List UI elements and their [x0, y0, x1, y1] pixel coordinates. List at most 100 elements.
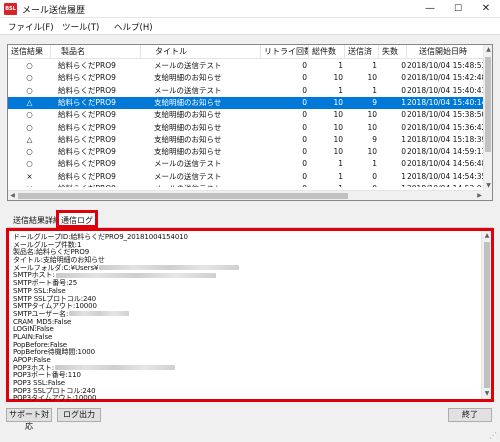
- cell-failed: 0: [401, 110, 406, 120]
- cell-sent: 10: [367, 110, 377, 120]
- redacted-blur: [69, 311, 130, 317]
- cell-start: 2018/10/04 15:36:42: [407, 122, 484, 132]
- cell-start: 2018/10/04 15:48:53: [407, 61, 484, 70]
- cell-start: 2018/10/04 15:38:50: [407, 110, 484, 120]
- cell-retry: 0: [302, 147, 307, 157]
- cell-start: 2018/10/04 14:54:35: [407, 171, 484, 181]
- app-logo-icon: BSL: [4, 3, 17, 15]
- table-row[interactable]: △ 給料らくだPRO9 支給明細のお知らせ 0 10 9 1 2018/10/04 15:40…: [8, 96, 484, 109]
- column-retry[interactable]: リトライ回数: [261, 45, 309, 59]
- cell-sent: 10: [367, 122, 377, 132]
- cell-total: 10: [333, 134, 343, 144]
- list-scroll-thumb[interactable]: [485, 57, 491, 152]
- maximize-button[interactable]: ☐: [444, 0, 472, 18]
- log-line-text: POP3タイムアウト:10000: [13, 394, 97, 403]
- cell-sent: 9: [372, 97, 377, 107]
- cell-result: △: [26, 134, 33, 144]
- cell-title: 支給明細のお知らせ: [154, 73, 222, 83]
- column-start-time[interactable]: 送信開始日時: [407, 45, 484, 59]
- cell-failed: 0: [401, 85, 406, 95]
- log-output-button[interactable]: ログ出力: [57, 408, 101, 422]
- cell-failed: 0: [401, 73, 406, 83]
- cell-product: 給料らくだPRO9: [58, 110, 116, 120]
- cell-title: 支給明細のお知らせ: [154, 134, 222, 144]
- cell-result: ○: [26, 61, 33, 70]
- exit-button[interactable]: 終了: [448, 408, 492, 422]
- cell-retry: 0: [302, 85, 307, 95]
- tab-communication-log[interactable]: 通信ログ: [56, 210, 98, 228]
- cell-sent: 10: [367, 73, 377, 83]
- column-result[interactable]: 送信結果: [8, 45, 51, 59]
- list-hscroll-thumb[interactable]: [18, 193, 348, 199]
- table-row[interactable]: ×給料らくだPRO9メールの送信テスト01012018/10/04 14:52:…: [8, 183, 484, 187]
- table-row[interactable]: ○ 給料らくだPRO9 メールの送信テスト 0 1 1 0 2018/10/04 14:56:…: [8, 158, 484, 170]
- log-line: POP3ホスト:: [13, 364, 483, 373]
- log-line: SMTPホスト:: [13, 272, 483, 280]
- log-line: LOGIN:False: [13, 325, 483, 334]
- cell-total: 10: [333, 73, 343, 83]
- minimize-button[interactable]: —: [416, 0, 444, 18]
- log-line: SMTPタイムアウト:10000: [13, 302, 483, 311]
- cell-failed: 1: [401, 97, 406, 107]
- table-row[interactable]: ○ 給料らくだPRO9 支給明細のお知らせ 0 10 10 0 2018/10/04 14:5…: [8, 146, 484, 158]
- cell-product: 給料らくだPRO9: [58, 122, 116, 132]
- log-line: CRAM_MD5:False: [13, 318, 483, 327]
- menu-bar: ファイル(F) ツール(T) ヘルプ(H): [0, 18, 500, 35]
- log-line: POP3タイムアウト:10000: [13, 395, 483, 403]
- table-row[interactable]: △ 給料らくだPRO9 支給明細のお知らせ 0 10 9 1 2018/10/04 15:18…: [8, 134, 484, 146]
- log-line: APOP:False: [13, 356, 483, 365]
- list-rows: ○ 給料らくだPRO9 メールの送信テスト 0 1 1 0 2018/10/04 15:48:…: [8, 60, 484, 187]
- column-sent[interactable]: 送信済: [345, 45, 379, 59]
- cell-failed: 0: [401, 61, 406, 70]
- cell-product: 給料らくだPRO9: [58, 147, 116, 157]
- cell-start: 2018/10/04 15:18:39: [407, 134, 484, 144]
- menu-file[interactable]: ファイル(F): [8, 21, 54, 33]
- table-row[interactable]: × 給料らくだPRO9 メールの送信テスト 0 1 0 1 2018/10/04 14:54:…: [8, 171, 484, 183]
- cell-title: メールの送信テスト: [154, 61, 222, 70]
- table-row[interactable]: ○ 給料らくだPRO9 メールの送信テスト 0 1 1 0 2018/10/04 15:40:…: [8, 85, 484, 97]
- column-title[interactable]: タイトル: [141, 45, 261, 59]
- column-total[interactable]: 総件数: [309, 45, 345, 59]
- cell-total: 10: [333, 110, 343, 120]
- log-line: SMTPポート番号:25: [13, 279, 483, 288]
- support-button[interactable]: サポート対応: [6, 408, 52, 431]
- column-product[interactable]: 製品名: [51, 45, 141, 59]
- cell-failed: 1: [401, 134, 406, 144]
- column-failed[interactable]: 失数: [379, 45, 407, 59]
- cell-total: 10: [333, 122, 343, 132]
- scroll-left-arrow-icon[interactable]: ◀: [8, 191, 17, 201]
- cell-title: 支給明細のお知らせ: [154, 147, 222, 157]
- close-button[interactable]: ✕: [472, 0, 500, 18]
- cell-result: ○: [26, 110, 33, 120]
- log-scroll-thumb[interactable]: [484, 242, 490, 388]
- cell-total: 1: [338, 171, 343, 181]
- table-row[interactable]: ○ 給料らくだPRO9 支給明細のお知らせ 0 10 10 0 2018/10/04 15:3…: [8, 109, 484, 121]
- table-row[interactable]: ○ 給料らくだPRO9 支給明細のお知らせ 0 10 10 0 2018/10/04 15:4…: [8, 72, 484, 84]
- cell-result: ○: [26, 159, 33, 169]
- cell-title: 支給明細のお知らせ: [154, 110, 222, 120]
- resize-grip-icon[interactable]: ⋰: [489, 431, 499, 441]
- log-line: メールフォルダ:C:¥Users¥: [13, 264, 483, 273]
- history-list[interactable]: 送信結果 製品名 タイトル リトライ回数 総件数 送信済 失数 送信開始日時 ○…: [7, 44, 493, 201]
- menu-tools[interactable]: ツール(T): [62, 21, 99, 33]
- cell-result: ○: [26, 73, 33, 83]
- cell-result: ×: [26, 171, 33, 181]
- list-horizontal-scrollbar[interactable]: ◀ ▶: [8, 190, 484, 200]
- cell-sent: 10: [367, 147, 377, 157]
- cell-retry: 0: [261, 183, 307, 187]
- log-scroll-up-arrow-icon[interactable]: ▲: [482, 231, 492, 241]
- log-vertical-scrollbar[interactable]: ▲ ▼: [481, 231, 491, 399]
- table-row[interactable]: ○ 給料らくだPRO9 メールの送信テスト 0 1 1 0 2018/10/04 15:48:…: [8, 60, 484, 72]
- menu-help[interactable]: ヘルプ(H): [114, 21, 153, 33]
- redacted-blur: [54, 365, 175, 371]
- log-scroll-down-arrow-icon[interactable]: ▼: [482, 389, 492, 399]
- scroll-up-arrow-icon[interactable]: ▲: [484, 45, 493, 55]
- redacted-blur: [99, 265, 240, 271]
- cell-total: 10: [333, 97, 343, 107]
- list-vertical-scrollbar[interactable]: ▲ ▼: [483, 45, 492, 191]
- cell-sent: 0: [345, 183, 377, 187]
- log-textarea[interactable]: ドールグループID:給料らくだPRO9_20181004154010 メールグルー…: [6, 228, 494, 402]
- cell-title: メールの送信テスト: [154, 85, 222, 95]
- table-row[interactable]: ○ 給料らくだPRO9 支給明細のお知らせ 0 10 10 0 2018/10/04 15:3…: [8, 122, 484, 134]
- cell-retry: 0: [302, 73, 307, 83]
